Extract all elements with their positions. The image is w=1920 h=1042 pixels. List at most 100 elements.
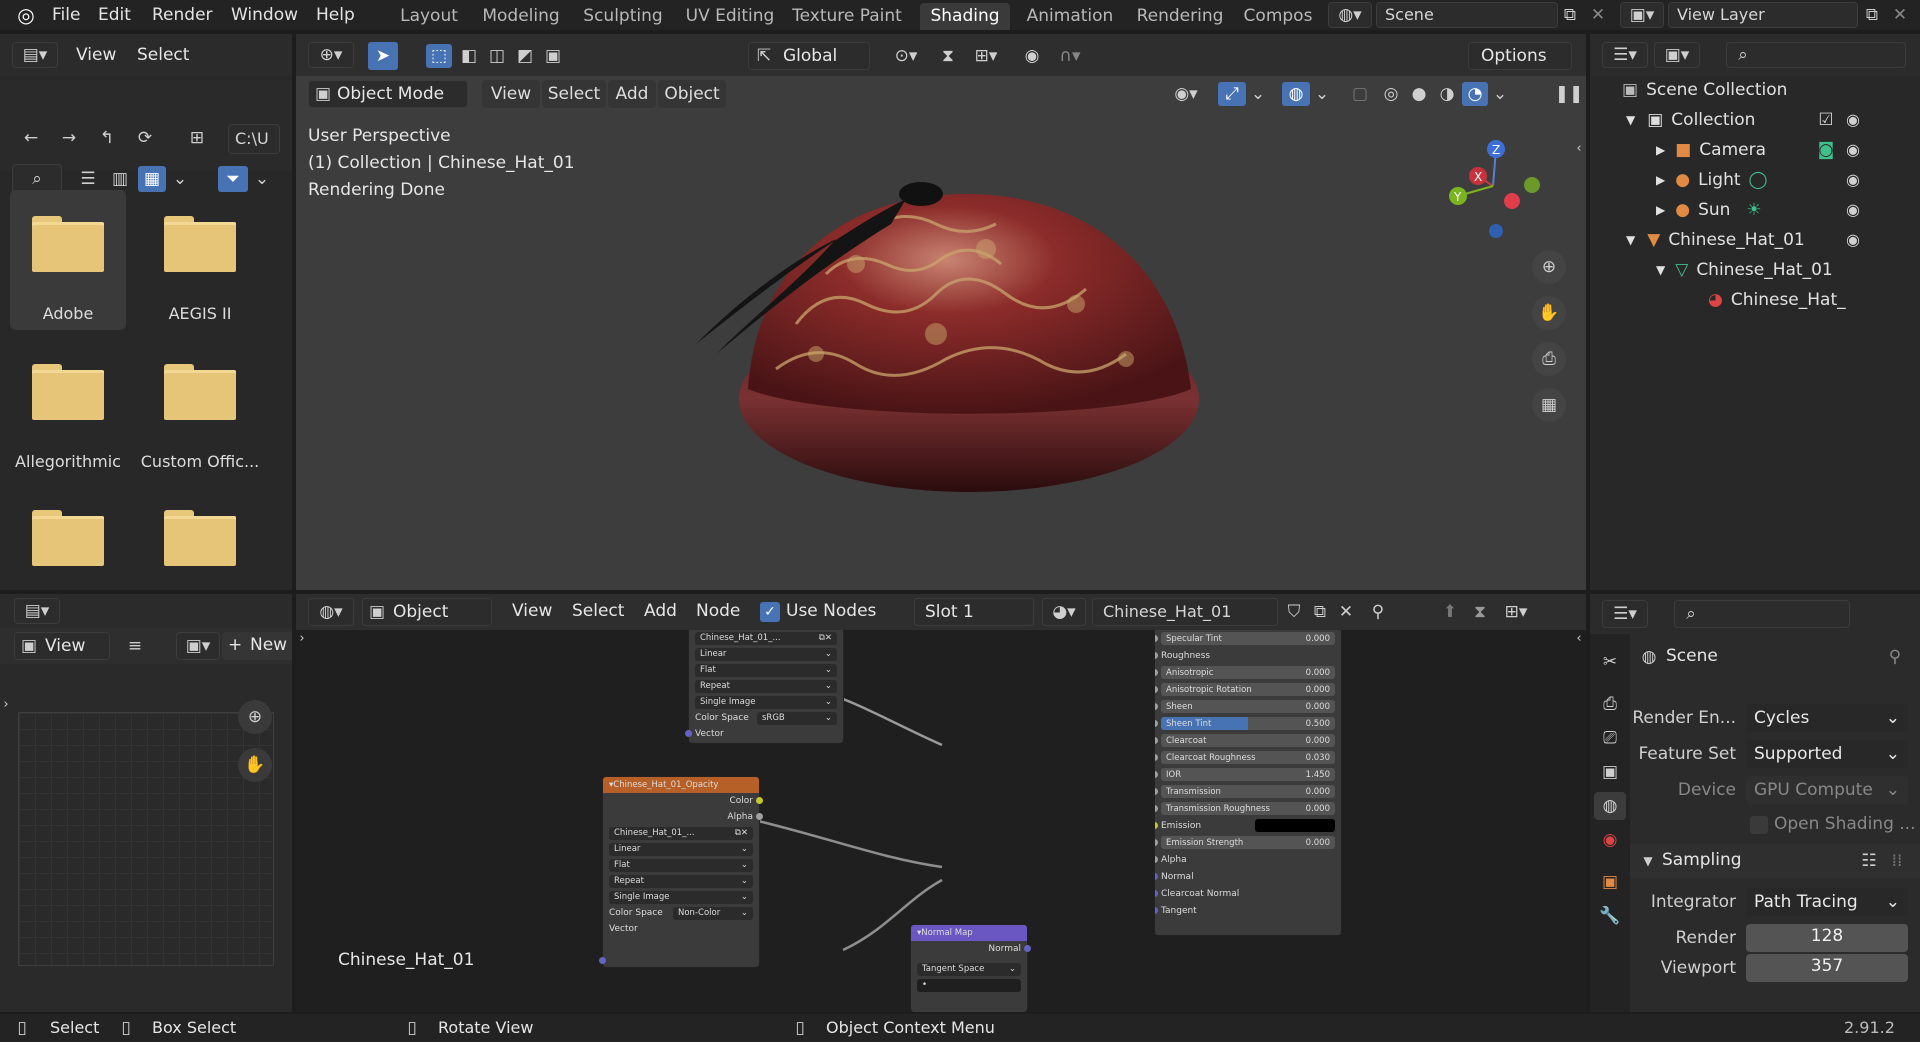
device-dropdown[interactable]: GPU Compute ⌄	[1746, 776, 1908, 804]
bsdf-value-field[interactable]: Transmission 0.000	[1161, 785, 1335, 798]
input-socket[interactable]	[1155, 822, 1158, 829]
render-tab-icon[interactable]: ⎙	[1596, 690, 1624, 718]
options-dropdown[interactable]: Options	[1468, 42, 1572, 70]
bsdf-input-row[interactable]: Emission	[1155, 817, 1335, 834]
pin-icon[interactable]: ⚲	[1366, 600, 1390, 624]
extension-dropdown[interactable]: Repeat ⌄	[695, 679, 837, 693]
bsdf-value-field[interactable]: Clearcoat 0.000	[1161, 734, 1335, 747]
transform-orientation-dropdown[interactable]: ⇱ Global	[748, 42, 870, 70]
pivot-point-icon[interactable]: ⊙▾	[884, 44, 928, 68]
tree-item-material[interactable]: ◕ Chinese_Hat_	[1708, 288, 1846, 312]
display-mode-button[interactable]: ▣▾	[1654, 42, 1700, 68]
back-icon[interactable]: ←	[14, 124, 48, 152]
image-browse-button[interactable]: ▣▾	[176, 632, 220, 660]
color-space-dropdown[interactable]: Non-Color ⌄	[673, 906, 753, 920]
expand-arrow-icon[interactable]: ▶	[1656, 203, 1665, 217]
uv-map-field[interactable]: •	[917, 978, 1021, 992]
checkbox-checked-icon[interactable]: ✓	[760, 602, 780, 622]
bsdf-value-field[interactable]: Clearcoat Roughness 0.030	[1161, 751, 1335, 764]
delete-scene-icon[interactable]: ✕	[1586, 4, 1610, 26]
select-box-icon[interactable]: ⬚	[426, 44, 452, 68]
presets-icon[interactable]: ☷	[1858, 850, 1880, 872]
mode-extend-icon[interactable]: ◧	[456, 44, 482, 68]
tree-item-collection[interactable]: ▼ ▣ Collection	[1626, 108, 1755, 132]
eye-icon[interactable]: ◉	[1846, 230, 1860, 249]
input-socket[interactable]	[1155, 771, 1158, 778]
light-data-icon[interactable]: ◯	[1748, 168, 1768, 192]
node-title-bar[interactable]: ▾ Chinese_Hat_01_Opacity	[603, 777, 759, 793]
folder-label[interactable]: Adobe	[3, 304, 133, 323]
scene-name-field[interactable]: Scene	[1376, 2, 1558, 28]
expand-arrow-icon[interactable]: ▼	[1656, 263, 1665, 277]
viewport-samples-field[interactable]: 357	[1746, 954, 1908, 982]
input-socket[interactable]	[1155, 890, 1158, 897]
menu-add[interactable]: Add	[644, 601, 677, 621]
principled-bsdf-node[interactable]: Specular Tint 0.000 Roughness Anisotropic 0.…	[1154, 630, 1342, 936]
rendered-shading-icon[interactable]: ◔	[1462, 82, 1488, 106]
folder-icon[interactable]	[164, 364, 236, 420]
normal-output-socket[interactable]	[1024, 945, 1031, 952]
tab-compositing[interactable]: Compos	[1240, 3, 1316, 30]
output-tab-icon[interactable]: ⎚	[1596, 724, 1624, 752]
input-socket[interactable]	[1155, 737, 1158, 744]
tree-item-light[interactable]: ▶ ● Light	[1656, 168, 1741, 192]
bsdf-input-row[interactable]: Clearcoat 0.000	[1155, 732, 1335, 749]
eye-icon[interactable]: ◉	[1846, 140, 1860, 159]
checkbox-icon[interactable]: ☑	[1816, 108, 1836, 132]
input-socket[interactable]	[1155, 805, 1158, 812]
tool-tab-icon[interactable]: ✂	[1596, 648, 1624, 676]
slot-dropdown[interactable]: Slot 1	[914, 598, 1034, 626]
xray-icon[interactable]: ▢	[1348, 82, 1372, 106]
solid-shading-icon[interactable]: ●	[1406, 82, 1432, 106]
thumbnails-icon[interactable]: ▦	[138, 166, 166, 192]
input-socket[interactable]	[1155, 703, 1158, 710]
bsdf-input-row[interactable]: Clearcoat Roughness 0.030	[1155, 749, 1335, 766]
gizmo-chevron-icon[interactable]: ⌄	[1248, 82, 1268, 106]
zoom-icon[interactable]: ⊕	[238, 700, 272, 734]
drag-handle-icon[interactable]: ⁞⁞	[1886, 850, 1908, 872]
tab-shading[interactable]: Shading	[920, 3, 1010, 30]
projection-dropdown[interactable]: Flat ⌄	[695, 663, 837, 677]
view-layer-selector-button[interactable]: ▣▾	[1620, 2, 1664, 28]
color-space-dropdown[interactable]: sRGB ⌄	[757, 711, 837, 725]
shader-node-editor[interactable]: ◍▾ ▣ Object View Select Add Node ✓ Use N…	[296, 594, 1586, 1012]
mode-invert-icon[interactable]: ◩	[512, 44, 538, 68]
perspective-toggle-icon[interactable]: ▦	[1532, 388, 1566, 422]
bsdf-input-row[interactable]: Emission Strength 0.000	[1155, 834, 1335, 851]
snap-icon[interactable]: ⧗	[1468, 600, 1492, 624]
eye-icon[interactable]: ◉	[1846, 170, 1860, 189]
tab-modeling[interactable]: Modeling	[476, 3, 566, 30]
bsdf-value-field[interactable]: Specular Tint 0.000	[1161, 632, 1335, 645]
image-canvas-grid[interactable]	[18, 712, 274, 966]
feature-set-dropdown[interactable]: Supported ⌄	[1746, 740, 1908, 768]
node-title-bar[interactable]: ▾ Normal Map	[911, 925, 1027, 941]
parent-node-tree-icon[interactable]: ⬆	[1438, 600, 1462, 624]
interpolation-dropdown[interactable]: Linear ⌄	[695, 647, 837, 661]
open-shading-checkbox[interactable]	[1750, 816, 1768, 834]
emission-color-swatch[interactable]	[1255, 819, 1335, 832]
menu-edit[interactable]: Edit	[98, 5, 131, 25]
bsdf-value-field[interactable]: Anisotropic Rotation 0.000	[1161, 683, 1335, 696]
opacity-texture-node[interactable]: ▾ Chinese_Hat_01_Opacity Color Alpha Chi…	[599, 776, 763, 968]
image-texture-node[interactable]: Chinese_Hat_01_... ⧉✕ Linear ⌄ Flat ⌄ Repea…	[685, 630, 844, 744]
input-socket[interactable]	[1155, 635, 1158, 642]
scene-tab-icon[interactable]: ◍	[1594, 792, 1626, 820]
folder-label[interactable]: Custom Offic...	[135, 452, 265, 471]
snap-icon[interactable]: ⧗	[934, 44, 962, 68]
use-nodes-label[interactable]: Use Nodes	[786, 601, 876, 621]
material-shading-icon[interactable]: ◑	[1434, 82, 1460, 106]
new-scene-icon[interactable]: ⧉	[1558, 4, 1582, 26]
select-tool-button[interactable]: ➤	[368, 42, 398, 70]
bsdf-input-row[interactable]: Tangent	[1155, 902, 1335, 919]
bsdf-input-row[interactable]: Anisotropic 0.000	[1155, 664, 1335, 681]
bsdf-value-field[interactable]: Sheen Tint 0.500	[1161, 717, 1335, 730]
overlays-chevron-icon[interactable]: ⌄	[1312, 82, 1332, 106]
tree-item-chinese-hat[interactable]: ▼ ▼ Chinese_Hat_01	[1626, 228, 1805, 252]
expand-arrow-icon[interactable]: ▶	[1656, 173, 1665, 187]
tab-uv-editing[interactable]: UV Editing	[680, 3, 780, 30]
tab-texture-paint[interactable]: Texture Paint	[792, 3, 902, 30]
proportional-edit-icon[interactable]: ◉	[1018, 44, 1046, 68]
source-dropdown[interactable]: Single Image ⌄	[609, 890, 753, 904]
input-socket[interactable]	[1155, 873, 1158, 880]
delete-view-layer-icon[interactable]: ✕	[1888, 4, 1912, 26]
